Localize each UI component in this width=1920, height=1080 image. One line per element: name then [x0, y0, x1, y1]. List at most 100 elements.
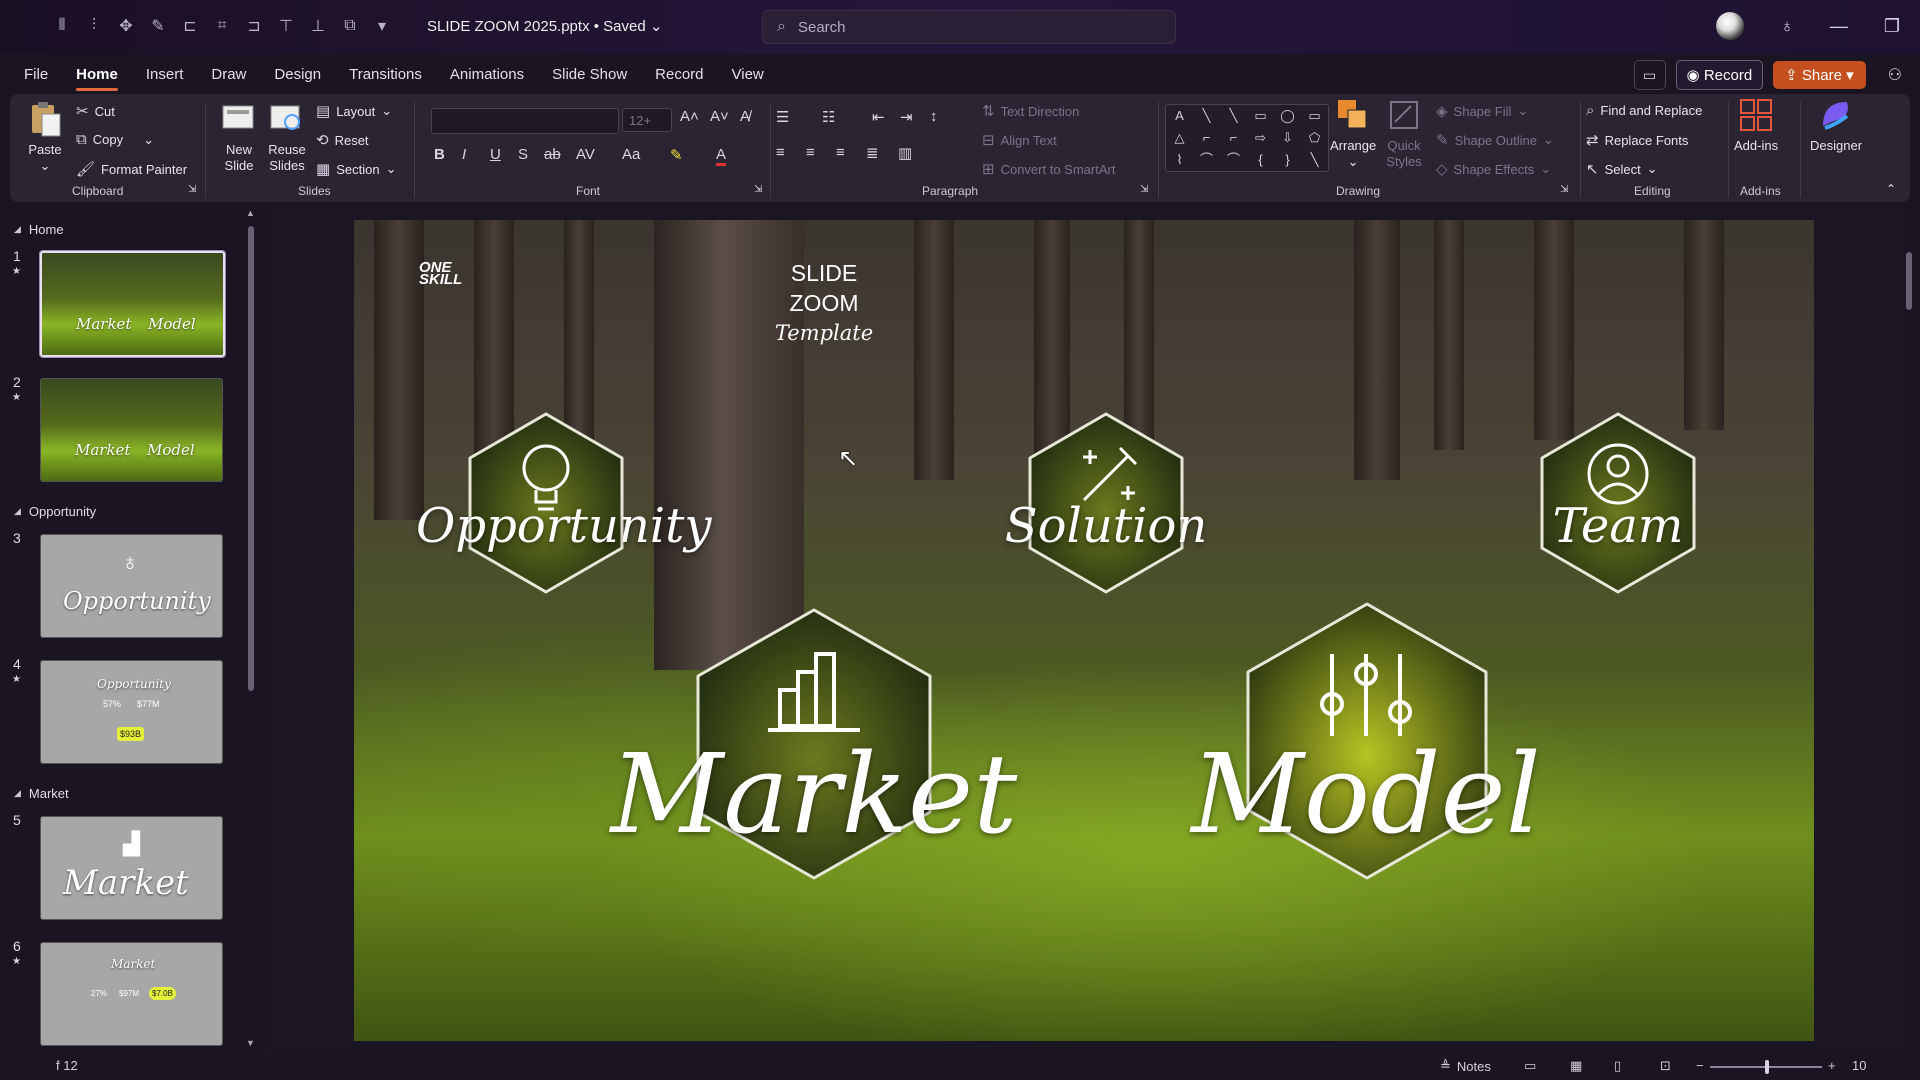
align-top-icon[interactable]: ⊤: [274, 14, 298, 38]
align-left-icon[interactable]: ⊏: [178, 14, 202, 38]
tab-home[interactable]: Home: [76, 58, 118, 91]
normal-view-icon[interactable]: ▭: [1524, 1058, 1536, 1074]
align-center-icon[interactable]: ⊐: [242, 14, 266, 38]
reuse-slides-button[interactable]: Reuse Slides: [264, 100, 310, 174]
tab-animations[interactable]: Animations: [450, 58, 524, 91]
italic-icon[interactable]: I: [462, 146, 466, 163]
distribute-icon[interactable]: ⫶: [82, 14, 106, 38]
bold-icon[interactable]: B: [434, 146, 445, 163]
pen-icon[interactable]: ✎: [146, 14, 170, 38]
dialog-launcher-icon[interactable]: ⇲: [188, 184, 196, 195]
avatar[interactable]: [1716, 12, 1745, 40]
slide-thumbnail-2[interactable]: Market Model: [40, 378, 223, 482]
clear-format-icon[interactable]: A̸: [740, 108, 750, 125]
shape-outline-button[interactable]: ✎ Shape Outline ⌄: [1436, 131, 1554, 149]
dialog-launcher-icon[interactable]: ⇲: [1560, 184, 1568, 195]
highlight-icon[interactable]: ✎: [670, 146, 683, 164]
tab-view[interactable]: View: [732, 58, 764, 91]
section-button[interactable]: ▦ Section ⌄: [316, 160, 396, 178]
tab-record[interactable]: Record: [655, 58, 703, 91]
shape-fill-button[interactable]: ◈ Shape Fill ⌄: [1436, 102, 1528, 120]
share-button[interactable]: ⇪ Share ▾: [1773, 61, 1866, 89]
font-name-dropdown[interactable]: [431, 108, 619, 134]
restore-icon[interactable]: ❐: [1884, 16, 1900, 37]
zoom-out-icon[interactable]: −: [1696, 1058, 1704, 1073]
shrink-font-icon[interactable]: A˅: [710, 108, 729, 125]
slide-thumbnail-4[interactable]: Opportunity 57% $77M $93B: [40, 660, 223, 764]
document-title[interactable]: SLIDE ZOOM 2025.pptx • Saved ⌄: [427, 17, 662, 35]
search-box[interactable]: ⌕ Search: [762, 10, 1176, 44]
align-center-icon[interactable]: ≡: [806, 144, 815, 161]
bullets-icon[interactable]: ☰: [776, 108, 789, 126]
columns-icon[interactable]: ▥: [898, 144, 912, 162]
quick-styles-button[interactable]: Quick Styles: [1384, 96, 1424, 170]
slide-thumbnail-3[interactable]: Opportunity ♁: [40, 534, 223, 638]
justify-icon[interactable]: ≣: [866, 144, 879, 162]
shadow-icon[interactable]: S: [518, 146, 528, 163]
tab-insert[interactable]: Insert: [146, 58, 184, 91]
tab-draw[interactable]: Draw: [211, 58, 246, 91]
thumbnail-scrollbar[interactable]: [248, 226, 254, 691]
group-icon[interactable]: ⧉: [338, 14, 362, 38]
align-icon[interactable]: ⫴: [50, 14, 74, 38]
dialog-launcher-icon[interactable]: ⇲: [754, 184, 762, 195]
text-direction-button[interactable]: ⇅ Text Direction: [982, 102, 1079, 120]
change-case-icon[interactable]: Aa: [622, 146, 640, 163]
select-button[interactable]: ↖ Select ⌄: [1586, 160, 1658, 178]
zoom-slider-handle[interactable]: [1765, 1060, 1769, 1074]
layout-button[interactable]: ▤ Layout ⌄: [316, 102, 392, 120]
format-painter-button[interactable]: 🖌 Format Painter: [76, 160, 187, 178]
slideshow-icon[interactable]: ⊡: [1660, 1058, 1671, 1074]
reset-button[interactable]: ⟲ Reset: [316, 131, 369, 149]
line-spacing-icon[interactable]: ↕: [930, 108, 938, 125]
cut-button[interactable]: ✂ Cut: [76, 102, 115, 120]
zoom-level[interactable]: 10: [1852, 1058, 1866, 1073]
replace-fonts-button[interactable]: ⇄ Replace Fonts: [1586, 131, 1688, 149]
font-color-icon[interactable]: A: [716, 146, 727, 166]
record-button[interactable]: ◉ Record: [1675, 60, 1764, 90]
slide-thumbnail-1[interactable]: Market Model: [40, 251, 225, 357]
tab-file[interactable]: File: [24, 58, 48, 91]
underline-icon[interactable]: U: [490, 146, 501, 163]
canvas-scrollbar[interactable]: [1906, 252, 1912, 310]
align-text-button[interactable]: ⊟ Align Text: [982, 131, 1057, 149]
slide-thumbnail-5[interactable]: Market ▟: [40, 816, 223, 920]
scroll-up-icon[interactable]: ▲: [246, 208, 255, 218]
paste-button[interactable]: Paste ⌄: [26, 100, 64, 174]
notes-button[interactable]: ≜ Notes: [1440, 1058, 1491, 1074]
numbering-icon[interactable]: ☷: [822, 108, 835, 126]
char-spacing-icon[interactable]: AV: [576, 146, 595, 163]
comments-icon[interactable]: ▭: [1633, 60, 1666, 90]
font-size-dropdown[interactable]: 12+: [622, 108, 672, 132]
addins-button[interactable]: Add-ins: [1734, 96, 1778, 154]
section-opportunity[interactable]: ◢ Opportunity: [14, 504, 96, 519]
person-icon[interactable]: ⚇: [1876, 65, 1902, 85]
slide-canvas[interactable]: ONE SKILL SLIDE ZOOM Template Opportunit…: [354, 220, 1814, 1041]
align-right-icon[interactable]: ≡: [836, 144, 845, 161]
shape-effects-button[interactable]: ◇ Shape Effects ⌄: [1436, 160, 1551, 178]
convert-smartart-button[interactable]: ⊞ Convert to SmartArt: [982, 160, 1115, 178]
collapse-ribbon-icon[interactable]: ⌃: [1886, 182, 1896, 196]
increase-indent-icon[interactable]: ⇥: [900, 108, 913, 126]
designer-button[interactable]: Designer: [1810, 96, 1862, 154]
align-left-icon[interactable]: ≡: [776, 144, 785, 161]
find-replace-button[interactable]: ⌕ Find and Replace: [1586, 102, 1702, 119]
arrange-button[interactable]: Arrange ⌄: [1330, 96, 1376, 170]
slide-thumbnail-6[interactable]: Market 27% $97M $7.0B: [40, 942, 223, 1046]
minimize-icon[interactable]: —: [1830, 16, 1848, 37]
section-market[interactable]: ◢ Market: [14, 786, 69, 801]
scroll-down-icon[interactable]: ▼: [246, 1038, 255, 1048]
tab-design[interactable]: Design: [274, 58, 321, 91]
copy-button[interactable]: ⧉ Copy ⌄: [76, 131, 154, 148]
dialog-launcher-icon[interactable]: ⇲: [1140, 184, 1148, 195]
slide-sorter-icon[interactable]: ▦: [1570, 1058, 1582, 1074]
shapes-gallery[interactable]: A ╲ ╲ ▭ ◯ ▭ △ ⌐ ⌐ ⇨ ⇩ ⬠ ⌇ ⌒ ⌒{} ╲: [1165, 104, 1329, 172]
grow-font-icon[interactable]: A˄: [680, 108, 699, 125]
lightbulb-icon[interactable]: ♁: [1780, 16, 1794, 37]
new-slide-button[interactable]: New Slide: [216, 100, 262, 174]
reading-view-icon[interactable]: ▯: [1614, 1058, 1621, 1074]
crop-icon[interactable]: ⌗: [210, 14, 234, 38]
strikethrough-icon[interactable]: ab: [544, 146, 561, 163]
align-bottom-icon[interactable]: ⊥: [306, 14, 330, 38]
move-icon[interactable]: ✥: [114, 14, 138, 38]
